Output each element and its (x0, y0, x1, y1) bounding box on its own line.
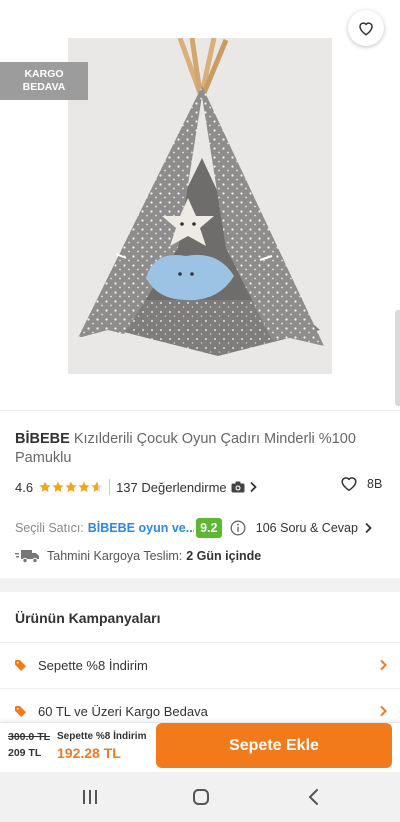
seller-row: Seçili Satıcı: BİBEBE oyun ve... 9.2 106… (15, 516, 387, 540)
recent-apps-icon (83, 790, 97, 804)
delivery-value: 2 Gün içinde (186, 549, 262, 563)
delivery-estimate: Tahmini Kargoya Teslim: 2 Gün içinde (15, 549, 261, 563)
camera-icon (231, 481, 245, 493)
campaigns-section: Ürünün Kampanyaları Sepette %8 İndirim 6… (0, 592, 400, 722)
scroll-indicator (395, 310, 400, 406)
seller-label: Seçili Satıcı: (15, 521, 84, 535)
rating-divider (109, 479, 111, 495)
star-icon (91, 481, 103, 492)
product-info: BİBEBE Kızılderili Çocuk Oyun Çadırı Min… (0, 410, 400, 578)
rating-row: 4.6 137 Değerlendirme (15, 477, 385, 497)
like-count: 8B (367, 476, 383, 491)
recent-apps-button[interactable] (78, 785, 102, 809)
cart-discount-price: 192.28 TL (57, 745, 121, 761)
chevron-right-icon (250, 481, 257, 493)
heart-outline-icon (341, 477, 357, 491)
seller-name-link[interactable]: BİBEBE oyun ve... (88, 521, 194, 535)
section-divider (0, 578, 400, 592)
star-icon (52, 481, 64, 492)
chevron-right-icon (380, 659, 387, 671)
chevron-left-icon (309, 789, 318, 805)
product-title: BİBEBE Kızılderili Çocuk Oyun Çadırı Min… (15, 430, 385, 468)
tag-icon (15, 705, 26, 717)
chevron-right-icon (365, 522, 372, 534)
campaign-label: Sepette %8 İndirim (38, 657, 148, 673)
product-photo[interactable] (68, 38, 332, 374)
info-icon[interactable] (230, 520, 246, 536)
badge-line-2: BEDAVA (22, 81, 66, 93)
free-shipping-badge: KARGO BEDAVA (0, 62, 88, 100)
current-price: 209 TL (8, 747, 42, 759)
star-icon (78, 481, 90, 492)
arrow-left-icon (18, 19, 36, 35)
badge-line-1: KARGO (24, 68, 64, 80)
campaign-divider (0, 688, 400, 689)
share-button[interactable] (298, 10, 332, 44)
product-brand[interactable]: BİBEBE (15, 431, 70, 447)
campaign-divider (0, 642, 400, 643)
chevron-right-icon (380, 705, 387, 717)
campaign-label: 60 TL ve Üzeri Kargo Bedava (38, 703, 208, 719)
tag-icon (15, 659, 26, 671)
qa-label: 106 Soru & Cevap (255, 521, 358, 535)
campaigns-title: Ürünün Kampanyaları (15, 610, 161, 626)
rating-value: 4.6 (15, 479, 34, 495)
truck-icon (15, 550, 39, 563)
reviews-link[interactable]: 137 Değerlendirme (116, 480, 257, 495)
home-icon (193, 789, 209, 805)
share-icon (306, 17, 324, 37)
purchase-bar: 300.0 TL 209 TL Sepette %8 İndirim 192.2… (0, 722, 400, 772)
campaign-item[interactable]: 60 TL ve Üzeri Kargo Bedava (15, 700, 387, 722)
cart-discount-label: Sepette %8 İndirim (57, 731, 147, 742)
review-count: 137 Değerlendirme (116, 479, 227, 495)
back-button[interactable] (10, 10, 44, 44)
star-icon (39, 481, 51, 492)
like-counter[interactable]: 8B (340, 475, 382, 492)
seller-score-badge: 9.2 (195, 518, 222, 538)
product-image-gallery[interactable]: KARGO BEDAVA (0, 0, 400, 410)
star-icon (65, 481, 77, 492)
favorite-button[interactable] (348, 10, 384, 46)
rating-stars (39, 481, 103, 493)
tent-illustration (68, 38, 332, 374)
original-price: 300.0 TL (8, 731, 51, 743)
campaign-item[interactable]: Sepette %8 İndirim (15, 654, 387, 676)
system-navigation-bar (0, 772, 400, 822)
heart-outline-icon (359, 22, 373, 36)
back-nav-button[interactable] (302, 785, 326, 809)
add-to-cart-button[interactable]: Sepete Ekle (156, 723, 392, 768)
home-button[interactable] (189, 785, 213, 809)
delivery-label: Tahmini Kargoya Teslim: (47, 549, 183, 563)
qa-link[interactable]: 106 Soru & Cevap (256, 521, 372, 535)
